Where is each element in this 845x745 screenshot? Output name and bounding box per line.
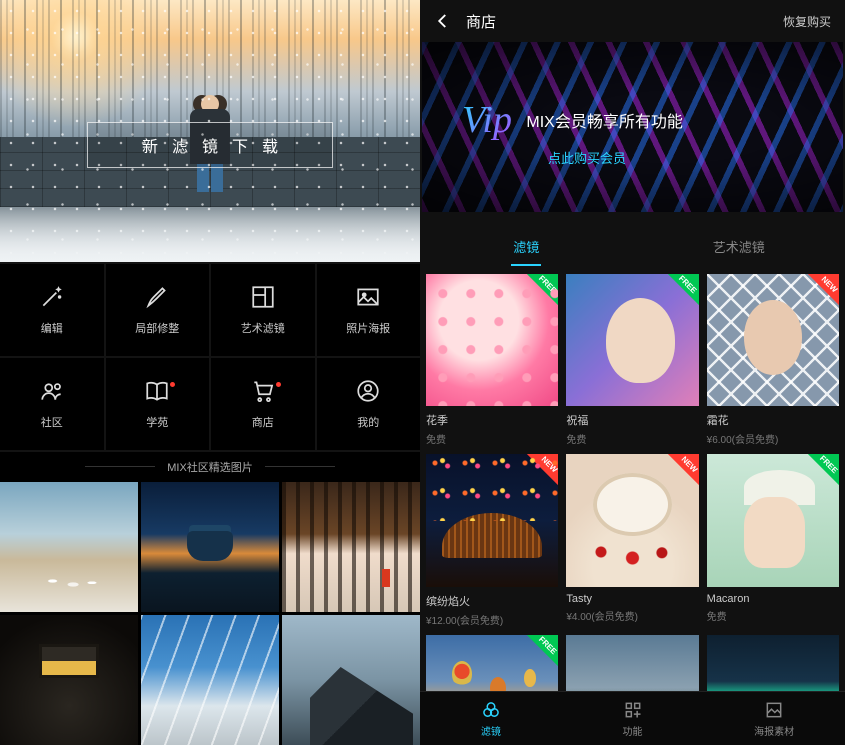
product-item[interactable]: FREE 祝福免费: [566, 274, 698, 446]
store-tab[interactable]: 艺术滤镜: [633, 226, 845, 266]
community-section-title: MIX社区精选图片: [0, 452, 420, 482]
product-thumb: FREE: [426, 635, 558, 691]
nav-label: 滤镜: [481, 723, 501, 738]
wand-icon: [39, 284, 65, 310]
menu-item-profile[interactable]: 我的: [317, 358, 421, 450]
notification-dot: [170, 382, 175, 387]
users-icon: [39, 378, 65, 404]
grid-nav-icon: [623, 700, 643, 720]
product-item[interactable]: NEW 霜花 ¥6.00(会员免费): [707, 274, 839, 446]
product-item[interactable]: NEW 缤纷焰火 ¥12.00(会员免费): [426, 454, 558, 626]
book-icon: [144, 378, 170, 404]
product-badge-free: FREE: [514, 274, 558, 318]
product-item[interactable]: [707, 635, 839, 691]
product-item[interactable]: FREE: [426, 635, 558, 691]
product-name: 缤纷焰火: [426, 593, 558, 609]
menu-item-label: 艺术滤镜: [241, 320, 285, 336]
product-item[interactable]: [566, 635, 698, 691]
product-badge-new: NEW: [795, 274, 839, 318]
store-bottom-nav: 滤镜 功能 海报素材: [420, 691, 845, 745]
nav-label: 功能: [623, 723, 643, 738]
product-thumb: FREE: [426, 274, 558, 406]
product-price: 免费: [426, 431, 558, 446]
nav-item[interactable]: 海报素材: [703, 692, 845, 745]
back-icon[interactable]: [434, 12, 452, 30]
product-name: Macaron: [707, 593, 839, 605]
product-item[interactable]: NEW Tasty ¥4.00(会员免费): [566, 454, 698, 626]
brush-icon: [144, 284, 170, 310]
nav-label: 海报素材: [754, 723, 794, 738]
product-name: 花季: [426, 412, 558, 428]
notification-dot: [276, 382, 281, 387]
product-price: ¥4.00(会员免费): [566, 608, 698, 623]
product-badge-free: FREE: [655, 274, 699, 318]
product-thumb: [707, 635, 839, 691]
product-price: ¥6.00(会员免费): [707, 431, 839, 446]
product-price: ¥12.00(会员免费): [426, 612, 558, 627]
menu-item-label: 我的: [357, 414, 379, 430]
menu-item-users[interactable]: 社区: [0, 358, 104, 450]
main-menu: 编辑 局部修整 艺术滤镜 照片海报社区 学苑 商店 我的: [0, 262, 420, 452]
vip-banner[interactable]: Vip MIX会员畅享所有功能 点此购买会员: [422, 42, 843, 212]
gallery-item[interactable]: [282, 615, 420, 745]
menu-item-wand[interactable]: 编辑: [0, 264, 104, 356]
product-name: 霜花: [707, 412, 839, 428]
vip-logo: Vip: [462, 98, 512, 142]
store-screen: 商店 恢复购买 Vip MIX会员畅享所有功能 点此购买会员 滤镜艺术滤镜 FR…: [420, 0, 845, 745]
cart-icon: [250, 378, 276, 404]
image-icon: [355, 284, 381, 310]
menu-item-label: 商店: [252, 414, 274, 430]
product-grid: FREE花季免费FREE祝福免费NEW霜花¥6.00(会员免费)NEW缤纷焰火¥…: [420, 266, 845, 691]
menu-item-spiral[interactable]: 艺术滤镜: [211, 264, 315, 356]
product-badge-new: NEW: [514, 454, 558, 498]
product-thumb: NEW: [707, 274, 839, 406]
new-filter-download-button[interactable]: 新滤镜下载: [87, 122, 333, 168]
nav-item[interactable]: 滤镜: [420, 692, 562, 745]
gallery-item[interactable]: [141, 482, 279, 612]
product-thumb: NEW: [426, 454, 558, 586]
product-name: 祝福: [566, 412, 698, 428]
menu-item-book[interactable]: 学苑: [106, 358, 210, 450]
store-header: 商店 恢复购买: [420, 0, 845, 42]
vip-subtitle: 点此购买会员: [548, 148, 683, 167]
product-item[interactable]: FREE 花季免费: [426, 274, 558, 446]
menu-item-brush[interactable]: 局部修整: [106, 264, 210, 356]
menu-item-image[interactable]: 照片海报: [317, 264, 421, 356]
menu-item-label: 社区: [41, 414, 63, 430]
store-tab[interactable]: 滤镜: [420, 226, 633, 266]
gallery-item[interactable]: [141, 615, 279, 745]
product-price: 免费: [566, 431, 698, 446]
gallery-item[interactable]: [282, 482, 420, 612]
product-badge-free: FREE: [795, 454, 839, 498]
nav-item[interactable]: 功能: [562, 692, 704, 745]
product-item[interactable]: FREE Macaron 免费: [707, 454, 839, 626]
menu-item-label: 学苑: [146, 414, 168, 430]
spiral-icon: [250, 284, 276, 310]
store-tabs: 滤镜艺术滤镜: [420, 226, 845, 266]
product-name: Tasty: [566, 593, 698, 605]
filter-nav-icon: [481, 700, 501, 720]
hero-banner[interactable]: 新滤镜下载: [0, 0, 420, 262]
home-screen: 新滤镜下载 编辑 局部修整 艺术滤镜 照片海报社区 学苑 商店 我的 MIX社区精选图片: [0, 0, 420, 745]
product-thumb: FREE: [707, 454, 839, 586]
gallery-item[interactable]: [0, 615, 138, 745]
menu-item-label: 局部修整: [135, 320, 179, 336]
product-thumb: [566, 635, 698, 691]
poster-nav-icon: [764, 700, 784, 720]
product-badge-new: NEW: [655, 454, 699, 498]
product-thumb: FREE: [566, 274, 698, 406]
vip-title: MIX会员畅享所有功能: [526, 114, 682, 131]
product-price: 免费: [707, 608, 839, 623]
menu-item-label: 编辑: [41, 320, 63, 336]
product-badge-free: FREE: [514, 635, 558, 679]
gallery-item[interactable]: [0, 482, 138, 612]
store-title: 商店: [466, 11, 769, 32]
restore-purchases-button[interactable]: 恢复购买: [783, 13, 831, 30]
menu-item-cart[interactable]: 商店: [211, 358, 315, 450]
menu-item-label: 照片海报: [346, 320, 390, 336]
profile-icon: [355, 378, 381, 404]
community-gallery: [0, 482, 420, 745]
product-thumb: NEW: [566, 454, 698, 586]
